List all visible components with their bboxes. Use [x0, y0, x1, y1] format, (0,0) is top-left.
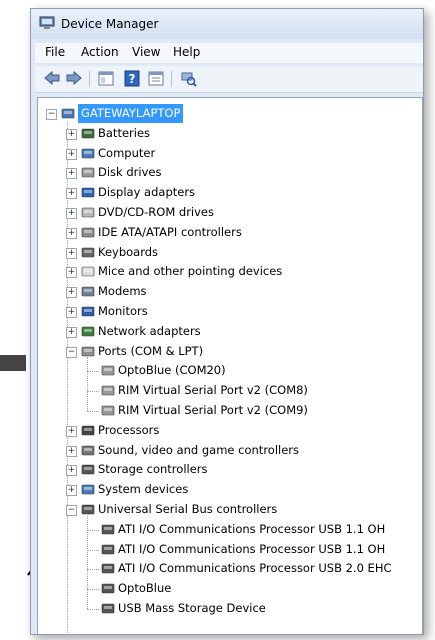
menu-view[interactable]: View: [132, 45, 160, 59]
port-icon: [80, 344, 96, 358]
system-device-icon: [80, 482, 96, 496]
category-battery[interactable]: Batteries: [98, 124, 150, 143]
menu-action[interactable]: Action: [81, 45, 119, 59]
usb-device-icon: [100, 542, 116, 556]
expand-toggle[interactable]: +: [66, 168, 77, 180]
toolbar: ?: [35, 66, 423, 93]
expand-toggle[interactable]: +: [66, 128, 77, 140]
usb-controller-icon: [80, 502, 96, 516]
window-title: Device Manager: [61, 17, 159, 31]
category-computer[interactable]: Computer: [98, 144, 155, 163]
expand-toggle[interactable]: −: [66, 505, 77, 516]
category-monitor[interactable]: Monitors: [98, 302, 148, 321]
mouse-icon: [80, 264, 96, 278]
menu-file[interactable]: File: [45, 45, 65, 59]
expand-toggle[interactable]: +: [66, 267, 77, 279]
usb-device-icon: [100, 601, 116, 615]
expand-toggle[interactable]: +: [66, 247, 77, 259]
menu-bar: File Action View Help: [35, 43, 423, 63]
tree-root-computer[interactable]: GATEWAYLAPTOP: [78, 104, 184, 123]
expand-toggle[interactable]: +: [66, 227, 77, 239]
usb-device-icon: [100, 522, 116, 536]
device-port-icon: [100, 383, 116, 397]
expand-toggle[interactable]: +: [66, 188, 77, 200]
category-keyboard[interactable]: Keyboards: [98, 243, 158, 262]
port-device-item[interactable]: RIM Virtual Serial Port v2 (COM9): [118, 401, 308, 420]
expand-toggle[interactable]: +: [66, 425, 77, 437]
usb-device-icon: [100, 561, 116, 575]
port-device-item[interactable]: OptoBlue (COM20): [118, 361, 226, 380]
category-disk-drive[interactable]: Disk drives: [98, 163, 161, 182]
category-network-adapter[interactable]: Network adapters: [98, 322, 201, 341]
category-port[interactable]: Ports (COM & LPT): [98, 342, 203, 361]
back-arrow-icon[interactable]: [43, 70, 61, 87]
svg-text:?: ?: [129, 72, 136, 86]
expand-toggle[interactable]: +: [66, 148, 77, 160]
usb-device-icon: [100, 581, 116, 595]
title-bar[interactable]: Device Manager: [31, 9, 423, 39]
device-port-icon: [100, 363, 116, 377]
device-manager-icon: [39, 16, 55, 29]
expand-toggle[interactable]: +: [66, 287, 77, 299]
display-adapter-icon: [80, 185, 96, 199]
usb-device-item[interactable]: ATI I/O Communications Processor USB 2.0…: [118, 559, 392, 578]
category-mouse[interactable]: Mice and other pointing devices: [98, 262, 282, 281]
category-ide-controller[interactable]: IDE ATA/ATAPI controllers: [98, 223, 242, 242]
usb-device-item[interactable]: OptoBlue: [118, 579, 171, 598]
usb-device-item[interactable]: ATI I/O Communications Processor USB 1.1…: [118, 520, 385, 539]
expand-toggle[interactable]: +: [66, 208, 77, 219]
device-manager-window: Device Manager File Action View Help ? −…: [30, 8, 424, 635]
category-dvd-drive[interactable]: DVD/CD-ROM drives: [98, 203, 214, 222]
computer-icon: [80, 146, 96, 160]
help-icon[interactable]: ?: [123, 70, 141, 87]
expand-toggle[interactable]: −: [66, 346, 77, 358]
menu-help[interactable]: Help: [173, 45, 200, 59]
usb-device-item[interactable]: ATI I/O Communications Processor USB 1.1…: [118, 540, 385, 559]
keyboard-icon: [80, 245, 96, 259]
device-port-icon: [100, 403, 116, 417]
category-system-device[interactable]: System devices: [98, 480, 188, 499]
processor-icon: [80, 423, 96, 437]
expand-toggle[interactable]: +: [66, 326, 77, 338]
battery-icon: [80, 126, 96, 140]
category-processor[interactable]: Processors: [98, 421, 159, 440]
computer-root-icon: [60, 106, 76, 120]
storage-controller-icon: [80, 462, 96, 476]
forward-arrow-icon[interactable]: [65, 70, 83, 87]
dvd-drive-icon: [80, 205, 96, 219]
expand-toggle[interactable]: +: [66, 465, 77, 477]
expand-toggle[interactable]: +: [66, 485, 77, 497]
expand-toggle[interactable]: +: [66, 307, 77, 318]
category-sound[interactable]: Sound, video and game controllers: [98, 441, 299, 460]
expand-toggle[interactable]: +: [66, 445, 77, 457]
disk-drive-icon: [80, 165, 96, 179]
ide-controller-icon: [80, 225, 96, 239]
category-modem[interactable]: Modems: [98, 282, 147, 301]
scan-hardware-changes-icon[interactable]: [179, 70, 197, 87]
port-device-item[interactable]: RIM Virtual Serial Port v2 (COM8): [118, 381, 308, 400]
modem-icon: [80, 284, 96, 298]
properties-icon[interactable]: [147, 70, 165, 87]
root-collapse-toggle[interactable]: −: [46, 109, 57, 120]
category-display-adapter[interactable]: Display adapters: [98, 183, 195, 202]
device-tree: − GATEWAYLAPTOP + Batteries + Computer + Disk d…: [37, 97, 423, 634]
category-usb-controller[interactable]: Universal Serial Bus controllers: [98, 500, 277, 519]
network-adapter-icon: [80, 324, 96, 338]
sound-icon: [80, 443, 96, 457]
monitor-icon: [80, 304, 96, 318]
usb-device-item[interactable]: USB Mass Storage Device: [118, 599, 266, 618]
show-hide-console-tree-icon[interactable]: [97, 70, 115, 87]
category-storage-controller[interactable]: Storage controllers: [98, 460, 208, 479]
